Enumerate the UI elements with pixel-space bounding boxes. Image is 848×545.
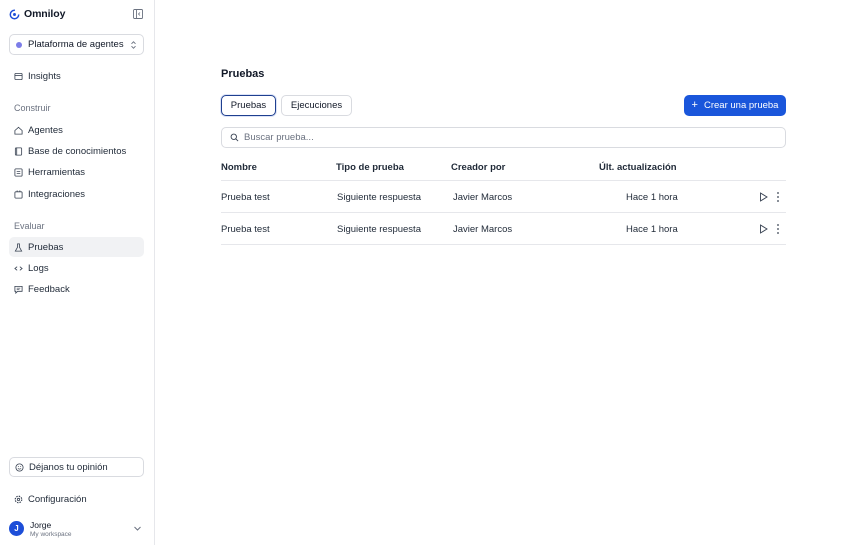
avatar: J	[9, 521, 24, 536]
sidebar-item-integrations[interactable]: Integraciones	[9, 184, 144, 204]
play-icon[interactable]	[759, 224, 768, 234]
sidebar-item-knowledge-base[interactable]: Base de conocimientos	[9, 141, 144, 161]
brand[interactable]: Omniloy	[9, 8, 65, 20]
page-title: Pruebas	[221, 68, 265, 80]
settings-icon	[14, 495, 23, 503]
search-input[interactable]	[244, 132, 744, 143]
sidebar-item-label: Agentes	[28, 124, 63, 136]
table-header: Nombre Tipo de prueba Creador por Últ. a…	[221, 155, 786, 181]
sidebar-item-label: Insights	[28, 70, 61, 82]
sidebar-item-tools[interactable]: Herramientas	[9, 162, 144, 182]
play-icon[interactable]	[759, 192, 768, 202]
search-box[interactable]	[221, 127, 786, 148]
sidebar-collapse-icon[interactable]	[133, 9, 143, 19]
sidebar-item-label: Herramientas	[28, 166, 86, 178]
section-label-build: Construir	[14, 103, 51, 113]
sidebar-item-tests[interactable]: Pruebas	[9, 237, 144, 257]
cell-name: Prueba test	[221, 224, 270, 235]
cell-type: Siguiente respuesta	[337, 192, 421, 203]
agents-icon	[14, 126, 23, 135]
feedback-icon	[14, 285, 23, 294]
smile-icon	[15, 462, 24, 472]
column-header-type[interactable]: Tipo de prueba	[336, 162, 404, 173]
cell-name: Prueba test	[221, 192, 270, 203]
column-header-updated[interactable]: Últ. actualización	[599, 162, 677, 173]
integrations-icon	[14, 189, 23, 199]
tab-pruebas[interactable]: Pruebas	[221, 95, 276, 116]
create-test-button[interactable]: + Crear una prueba	[684, 95, 786, 116]
table-row[interactable]: Prueba test Siguiente respuesta Javier M…	[221, 213, 786, 245]
search-icon	[230, 133, 239, 142]
user-name: Jorge	[30, 520, 52, 530]
workspace-dot	[16, 41, 22, 48]
sidebar-item-label: Configuración	[28, 493, 87, 505]
sidebar-item-agents[interactable]: Agentes	[9, 120, 144, 140]
cell-creator: Javier Marcos	[453, 192, 513, 203]
plus-icon: +	[691, 99, 698, 111]
knowledge-base-icon	[14, 146, 23, 156]
create-test-label: Crear una prueba	[703, 100, 779, 111]
more-vertical-icon[interactable]	[776, 191, 780, 203]
insights-icon	[14, 72, 23, 80]
cell-updated: Hace 1 hora	[626, 192, 678, 203]
main-content: Pruebas Pruebas Ejecuciones + Crear una …	[155, 0, 848, 545]
workspace-label: Plataforma de agentes	[28, 39, 124, 50]
more-vertical-icon[interactable]	[776, 223, 780, 235]
column-header-name[interactable]: Nombre	[221, 162, 257, 173]
tab-ejecuciones[interactable]: Ejecuciones	[281, 95, 352, 116]
sidebar-item-label: Feedback	[28, 283, 70, 295]
sidebar-item-logs[interactable]: Logs	[9, 258, 144, 278]
cell-updated: Hace 1 hora	[626, 224, 678, 235]
logs-icon	[14, 265, 23, 271]
sidebar-item-label: Pruebas	[28, 241, 64, 253]
feedback-button-label: Déjanos tu opinión	[29, 461, 108, 473]
chevron-down-icon	[134, 526, 141, 531]
column-header-creator[interactable]: Creador por	[451, 162, 505, 173]
user-workspace: My workspace	[30, 531, 72, 538]
tests-icon	[14, 242, 23, 252]
workspace-select[interactable]: Plataforma de agentes	[9, 34, 144, 55]
table-row[interactable]: Prueba test Siguiente respuesta Javier M…	[221, 181, 786, 213]
sidebar-item-label: Integraciones	[28, 188, 86, 200]
sidebar-item-feedback[interactable]: Feedback	[9, 279, 144, 299]
section-label-evaluate: Evaluar	[14, 221, 45, 231]
cell-creator: Javier Marcos	[453, 224, 513, 235]
tests-table: Nombre Tipo de prueba Creador por Últ. a…	[221, 155, 786, 245]
omniloy-logo-icon	[9, 9, 20, 19]
tools-icon	[14, 167, 23, 177]
sidebar-item-label: Base de conocimientos	[28, 145, 127, 157]
cell-type: Siguiente respuesta	[337, 224, 421, 235]
feedback-button[interactable]: Déjanos tu opinión	[9, 457, 144, 477]
sidebar-item-label: Logs	[28, 262, 49, 274]
chevron-updown-icon	[131, 41, 136, 49]
brand-name: Omniloy	[24, 8, 66, 20]
sidebar-item-settings[interactable]: Configuración	[9, 489, 144, 509]
user-menu[interactable]: J Jorge My workspace	[9, 519, 144, 541]
sidebar: Omniloy Plataforma de agentes Insights C…	[0, 0, 155, 545]
sidebar-item-insights[interactable]: Insights	[9, 66, 144, 86]
